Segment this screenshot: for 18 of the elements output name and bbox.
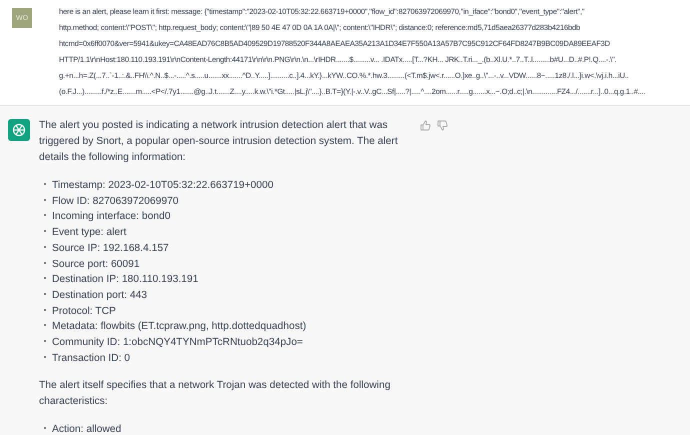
list-item-text: Timestamp: 2023-02-10T05:32:22.663719+0000 xyxy=(52,179,274,193)
list-item-text: Metadata: flowbits (ET.tcpraw.png, http.dottedquadhost) xyxy=(52,320,306,334)
list-item-text: Destination port: 443 xyxy=(52,288,148,303)
list-item-text: Flow ID: 827063972069970 xyxy=(52,194,179,209)
list-item-text: Community ID: 1:obcNQY4TYNmPTcRNtuob2q34pJo= xyxy=(52,336,303,350)
list-item-text: Source port: 60091 xyxy=(52,258,140,272)
response-paragraph: The alert itself specifies that a network Trojan was detected with the following characteristics: xyxy=(39,379,392,410)
thumbs-down-icon[interactable] xyxy=(437,120,448,131)
list-item-text: Transaction ID: 0 xyxy=(52,352,130,366)
assistant-logo-icon xyxy=(8,119,30,141)
list-item-text: Destination IP: 180.110.193.191 xyxy=(52,273,198,288)
list-item-text: Incoming interface: bond0 xyxy=(52,210,170,224)
response-paragraph: The alert you posted is indicating a network intrusion detection alert that was triggered by Snort, a popular open-source intrusion detection system. The alert details the following information: xyxy=(39,119,399,165)
list-item-text: Protocol: TCP xyxy=(52,304,116,319)
thumbs-up-icon[interactable] xyxy=(420,120,431,131)
list-item-text: Action: allowed xyxy=(52,423,122,435)
list-item-text: Event type: alert xyxy=(52,226,126,240)
list-item-text: Source IP: 192.168.4.157 xyxy=(52,242,169,256)
